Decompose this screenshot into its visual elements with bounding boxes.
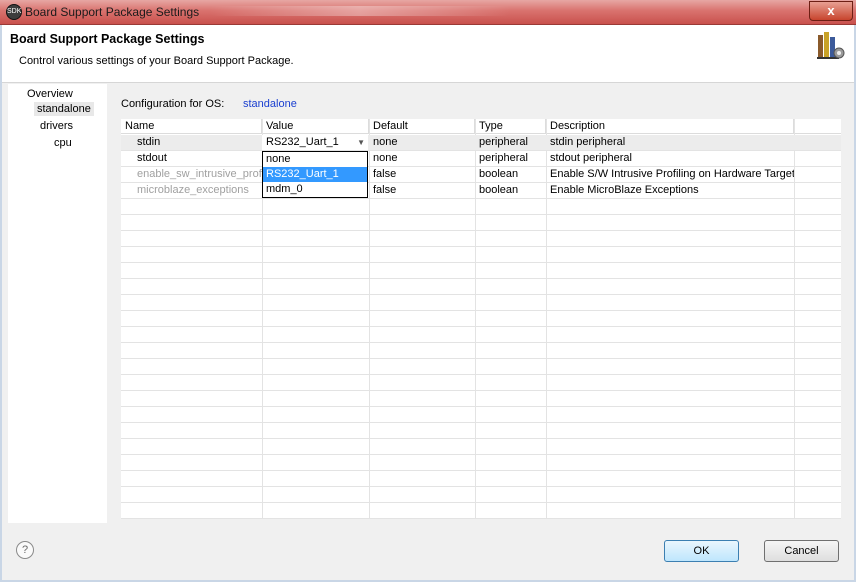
- dialog-header: Board Support Package Settings Control v…: [2, 25, 854, 83]
- help-icon[interactable]: ?: [16, 541, 34, 559]
- empty-table-row: [121, 263, 841, 279]
- cell-type: boolean: [479, 168, 519, 180]
- cell-default: false: [373, 168, 397, 180]
- empty-table-row: [121, 503, 841, 519]
- cell-description: stdin peripheral: [550, 136, 626, 148]
- dialog-title: Board Support Package Settings: [10, 32, 205, 46]
- empty-table-row: [121, 295, 841, 311]
- nav-item-drivers[interactable]: drivers: [40, 120, 73, 132]
- cell-name: stdin: [137, 136, 161, 148]
- cell-default: none: [373, 152, 398, 164]
- chevron-down-icon[interactable]: ▼: [357, 135, 365, 150]
- app-icon: SDK: [6, 4, 22, 20]
- stdin-value-combo[interactable]: RS232_Uart_1 ▼: [262, 135, 368, 150]
- cell-type: peripheral: [479, 136, 528, 148]
- empty-table-row: [121, 199, 841, 215]
- table-row[interactable]: stdout none peripheral stdout peripheral: [121, 151, 841, 167]
- table-row[interactable]: enable_sw_intrusive_profiling false bool…: [121, 167, 841, 183]
- column-header-type[interactable]: Type: [475, 119, 546, 134]
- bsp-library-icon: [817, 32, 845, 59]
- cell-default: none: [373, 136, 398, 148]
- nav-item-overview[interactable]: Overview: [27, 88, 73, 100]
- cancel-button[interactable]: Cancel: [764, 540, 839, 562]
- dropdown-option-rs232[interactable]: RS232_Uart_1: [263, 167, 367, 182]
- empty-table-row: [121, 423, 841, 439]
- dropdown-option-none[interactable]: none: [263, 152, 367, 167]
- empty-table-row: [121, 455, 841, 471]
- cell-name: stdout: [137, 152, 167, 164]
- cell-description: Enable MicroBlaze Exceptions: [550, 184, 699, 196]
- empty-table-row: [121, 311, 841, 327]
- empty-table-row: [121, 215, 841, 231]
- column-header-default[interactable]: Default: [369, 119, 475, 134]
- settings-table: Name Value Default Type Description stdi…: [121, 119, 841, 519]
- window-title: Board Support Package Settings: [25, 5, 200, 19]
- empty-table-row: [121, 391, 841, 407]
- cell-default: false: [373, 184, 397, 196]
- cell-type: boolean: [479, 184, 519, 196]
- config-os-value: standalone: [243, 98, 297, 110]
- settings-nav: Overview standalone drivers cpu: [8, 84, 107, 523]
- column-header-description[interactable]: Description: [546, 119, 794, 134]
- config-os-label: Configuration for OS:: [121, 98, 225, 110]
- table-row[interactable]: stdin none peripheral stdin peripheral: [121, 135, 841, 151]
- empty-table-row: [121, 439, 841, 455]
- cell-description: stdout peripheral: [550, 152, 632, 164]
- config-panel: Configuration for OS: standalone Name Va…: [109, 84, 844, 523]
- window-titlebar: SDK Board Support Package Settings x: [0, 0, 856, 25]
- close-button[interactable]: x: [809, 1, 853, 21]
- empty-table-row: [121, 375, 841, 391]
- value-dropdown-list: none RS232_Uart_1 mdm_0: [262, 151, 368, 198]
- combo-value: RS232_Uart_1: [266, 136, 339, 148]
- cell-name: microblaze_exceptions: [137, 184, 249, 196]
- cell-description: Enable S/W Intrusive Profiling on Hardwa…: [550, 168, 794, 180]
- empty-table-row: [121, 471, 841, 487]
- dialog-description: Control various settings of your Board S…: [19, 55, 294, 67]
- empty-table-row: [121, 407, 841, 423]
- dropdown-option-mdm[interactable]: mdm_0: [263, 182, 367, 197]
- dialog-client: Board Support Package Settings Control v…: [2, 25, 854, 580]
- empty-table-row: [121, 343, 841, 359]
- nav-item-standalone[interactable]: standalone: [34, 102, 94, 116]
- empty-table-row: [121, 247, 841, 263]
- empty-table-row: [121, 279, 841, 295]
- table-row[interactable]: microblaze_exceptions false false boolea…: [121, 183, 841, 199]
- column-header-filler: [794, 119, 841, 134]
- cell-name: enable_sw_intrusive_profiling: [137, 168, 262, 180]
- column-header-value[interactable]: Value: [262, 119, 369, 134]
- title-blur: [210, 6, 510, 16]
- empty-table-row: [121, 487, 841, 503]
- empty-table-row: [121, 327, 841, 343]
- column-header-name[interactable]: Name: [121, 119, 262, 134]
- ok-button[interactable]: OK: [664, 540, 739, 562]
- cell-type: peripheral: [479, 152, 528, 164]
- nav-item-cpu[interactable]: cpu: [54, 137, 72, 149]
- empty-table-row: [121, 359, 841, 375]
- empty-table-row: [121, 231, 841, 247]
